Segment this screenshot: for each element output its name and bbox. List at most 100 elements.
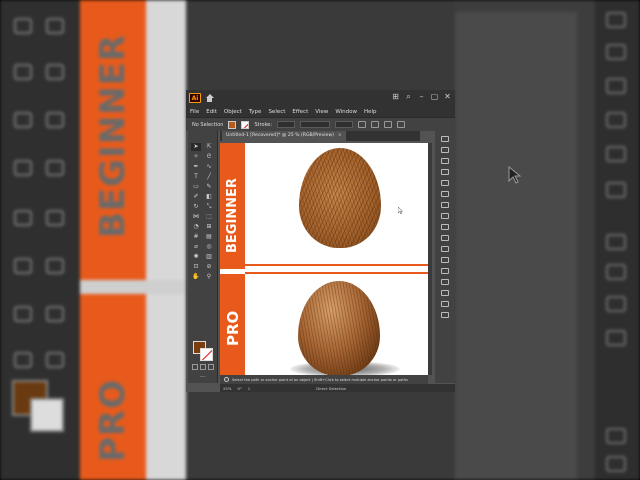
close-icon[interactable]: ✕: [443, 92, 452, 101]
free-transform-icon[interactable]: ⬚: [204, 213, 214, 221]
perspective-grid-icon[interactable]: ⊞: [204, 223, 214, 231]
zoom-tool-icon[interactable]: ⚲: [204, 273, 214, 281]
direct-selection-tool-icon[interactable]: ⇱: [204, 143, 214, 151]
bg-panel-icon: [606, 44, 626, 60]
menu-object[interactable]: Object: [224, 109, 242, 115]
search-icon[interactable]: ⌕: [404, 92, 413, 101]
bg-panel-icon: [606, 112, 626, 128]
type-tool-icon[interactable]: T: [191, 173, 201, 181]
home-icon[interactable]: [205, 94, 214, 102]
arrange-icon[interactable]: ⊞: [391, 92, 400, 101]
properties-icon[interactable]: [441, 136, 449, 142]
eraser-icon[interactable]: ◧: [204, 193, 214, 201]
transparency-icon[interactable]: [441, 235, 449, 241]
align-icon[interactable]: [384, 121, 393, 128]
swatches-icon[interactable]: [441, 180, 449, 186]
bg-tool-icon: [46, 352, 64, 368]
brush-field[interactable]: [335, 121, 354, 128]
color-mode-icon[interactable]: [192, 364, 198, 370]
stroke-icon[interactable]: [441, 213, 449, 219]
bg-panel-icon: [606, 456, 626, 472]
layers-icon[interactable]: [441, 147, 449, 153]
status-hint-bar: Select the path or anchor point of an ob…: [220, 375, 428, 384]
bottom-status-bar: 25% 0° 1 Direct Selection: [220, 384, 455, 392]
pen-tool-icon[interactable]: ✒: [191, 163, 201, 171]
artboard-tool-icon[interactable]: ⊡: [191, 263, 201, 271]
coconut-beginner[interactable]: [299, 148, 381, 248]
libraries-icon[interactable]: [441, 158, 449, 164]
more-tools-icon[interactable]: ···: [200, 374, 206, 381]
shaper-tool-icon[interactable]: ✐: [191, 193, 201, 201]
bg-panel-icon: [606, 234, 626, 250]
lasso-icon[interactable]: ᘓ: [204, 153, 214, 161]
selection-tool-icon[interactable]: ➤: [191, 143, 201, 151]
transform-panel-icon[interactable]: [441, 290, 449, 296]
menu-view[interactable]: View: [315, 109, 328, 115]
menu-edit[interactable]: Edit: [206, 109, 217, 115]
artboards-icon[interactable]: [441, 301, 449, 307]
rotation-angle[interactable]: 0°: [237, 386, 241, 391]
bg-tool-icon: [46, 306, 64, 322]
zoom-level[interactable]: 25%: [223, 386, 231, 391]
line-tool-icon[interactable]: ╱: [204, 173, 214, 181]
rotate-tool-icon[interactable]: ↻: [191, 203, 201, 211]
align-panel-icon[interactable]: [441, 268, 449, 274]
width-tool-icon[interactable]: ⋈: [191, 213, 201, 221]
bg-tool-icon: [46, 210, 64, 226]
menu-window[interactable]: Window: [335, 109, 357, 115]
graphic-styles-icon[interactable]: [441, 257, 449, 263]
shape-builder-icon[interactable]: ◔: [191, 223, 201, 231]
style-icon[interactable]: [371, 121, 380, 128]
document-tab[interactable]: Untitled-1 [Recovered]* @ 25 % (RGB/Prev…: [222, 131, 346, 141]
artboard[interactable]: BEGINNER PRO: [220, 143, 428, 375]
opacity-icon[interactable]: [358, 121, 367, 128]
mesh-tool-icon[interactable]: #: [191, 233, 201, 241]
artboard-number[interactable]: 1: [248, 386, 250, 391]
brushes-icon[interactable]: [441, 191, 449, 197]
variable-width-field[interactable]: [300, 121, 331, 128]
current-tool: Direct Selection: [316, 385, 347, 391]
pathfinder-icon[interactable]: [441, 279, 449, 285]
coconut-pro[interactable]: [298, 281, 380, 375]
rectangle-tool-icon[interactable]: ▭: [191, 183, 201, 191]
menu-help[interactable]: Help: [364, 109, 377, 115]
stroke-weight-field[interactable]: [277, 121, 296, 128]
menu-select[interactable]: Select: [268, 109, 285, 115]
none-mode-icon[interactable]: [208, 364, 214, 370]
close-tab-icon[interactable]: ×: [338, 133, 342, 138]
graph-tool-icon[interactable]: ▥: [204, 253, 214, 261]
control-stroke-swatch[interactable]: [241, 120, 250, 129]
eyedropper-icon[interactable]: ⌀: [191, 243, 201, 251]
gradient-tool-icon[interactable]: ▤: [204, 233, 214, 241]
control-fill-swatch[interactable]: [228, 120, 237, 129]
asset-export-icon[interactable]: [441, 312, 449, 318]
vertical-scrollbar[interactable]: [428, 143, 432, 375]
document-tab-title: Untitled-1 [Recovered]* @ 25 % (RGB/Prev…: [226, 133, 334, 138]
gradient-icon[interactable]: [441, 224, 449, 230]
symbols-icon[interactable]: [441, 202, 449, 208]
bg-tool-icon: [46, 64, 64, 80]
menu-type[interactable]: Type: [249, 109, 262, 115]
maximize-icon[interactable]: ▢: [430, 92, 439, 101]
hand-tool-icon[interactable]: ✋: [191, 273, 201, 281]
bg-tool-icon: [14, 112, 32, 128]
blend-tool-icon[interactable]: ◎: [204, 243, 214, 251]
magic-wand-icon[interactable]: ✧: [191, 153, 201, 161]
menu-effect[interactable]: Effect: [292, 109, 308, 115]
mouse-cursor-icon: [508, 166, 522, 184]
appearance-icon[interactable]: [441, 246, 449, 252]
bg-right-canvas: [455, 12, 577, 480]
stroke-color-swatch[interactable]: [200, 348, 213, 361]
workspace: ➤ ⇱ ✧ ᘓ ✒ ∿ T ╱ ▭ ✎ ✐ ◧ ↻ ⤡ ⋈ ⬚ ◔ ⊞ # ▤: [186, 131, 455, 392]
scale-tool-icon[interactable]: ⤡: [204, 203, 214, 211]
menu-file[interactable]: File: [190, 109, 199, 115]
slice-tool-icon[interactable]: ⊘: [204, 263, 214, 271]
symbol-sprayer-icon[interactable]: ✺: [191, 253, 201, 261]
transform-icon[interactable]: [397, 121, 406, 128]
color-icon[interactable]: [441, 169, 449, 175]
bg-panel-icon: [606, 146, 626, 162]
minimize-icon[interactable]: –: [417, 92, 426, 101]
curvature-tool-icon[interactable]: ∿: [204, 163, 214, 171]
paintbrush-icon[interactable]: ✎: [204, 183, 214, 191]
gradient-mode-icon[interactable]: [200, 364, 206, 370]
